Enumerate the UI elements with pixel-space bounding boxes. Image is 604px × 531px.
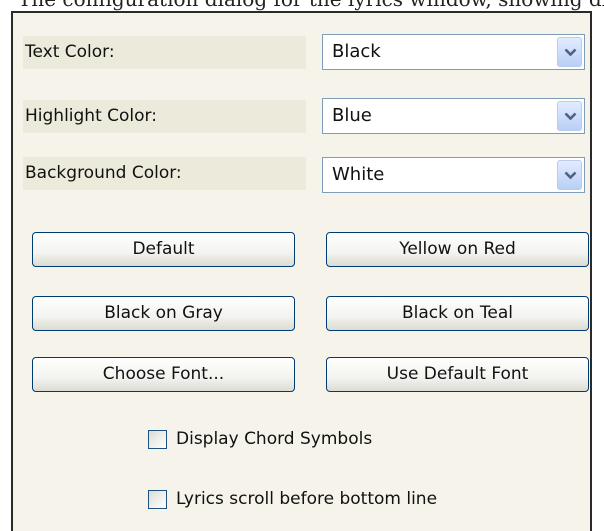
background-color-label: Background Color: (23, 157, 306, 190)
black-on-teal-button[interactable]: Black on Teal (326, 296, 589, 331)
chevron-down-icon (564, 112, 577, 121)
text-color-label: Text Color: (23, 36, 306, 69)
text-color-value: Black (332, 41, 381, 62)
highlight-color-label: Highlight Color: (23, 100, 306, 133)
highlight-color-label-text: Highlight Color: (25, 106, 157, 126)
background-color-dropdown-button[interactable] (557, 160, 582, 190)
highlight-color-value: Blue (332, 105, 372, 126)
display-chord-symbols-checkbox[interactable] (148, 430, 167, 449)
background-color-label-text: Background Color: (25, 163, 182, 183)
text-color-label-text: Text Color: (25, 42, 115, 62)
chevron-down-icon (564, 171, 577, 180)
yellow-on-red-button[interactable]: Yellow on Red (326, 232, 589, 267)
lyrics-options-panel: Text Color: Black Highlight Color: Blue … (11, 11, 592, 531)
text-color-dropdown-button[interactable] (557, 37, 582, 67)
display-chord-symbols-label: Display Chord Symbols (176, 429, 373, 449)
text-color-dropdown[interactable]: Black (322, 34, 585, 70)
highlight-color-dropdown[interactable]: Blue (322, 98, 585, 134)
lyrics-scroll-checkbox[interactable] (148, 490, 167, 509)
background-color-value: White (332, 164, 385, 185)
lyrics-scroll-label: Lyrics scroll before bottom line (176, 489, 438, 509)
default-button[interactable]: Default (32, 232, 295, 267)
black-on-gray-button[interactable]: Black on Gray (32, 296, 295, 331)
highlight-color-dropdown-button[interactable] (557, 101, 582, 131)
choose-font-button[interactable]: Choose Font... (32, 357, 295, 392)
clipped-caption-text: The configuration dialog for the lyrics … (18, 0, 604, 11)
chevron-down-icon (564, 48, 577, 57)
background-color-dropdown[interactable]: White (322, 157, 585, 193)
clipped-caption-strip: The configuration dialog for the lyrics … (0, 0, 604, 11)
use-default-font-button[interactable]: Use Default Font (326, 357, 589, 392)
